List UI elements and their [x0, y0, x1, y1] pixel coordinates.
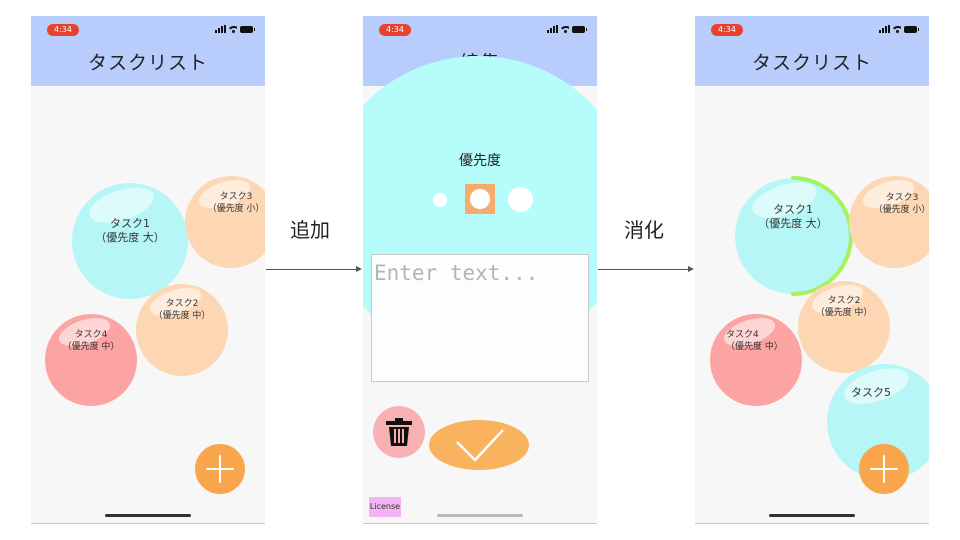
trash-icon	[386, 418, 412, 446]
task-bubble-3[interactable]: タスク3 （優先度 小）	[849, 176, 929, 268]
priority-mid-option-selected[interactable]	[465, 184, 495, 214]
complete-flow-arrow	[598, 269, 690, 270]
status-time: 4:34	[379, 24, 411, 36]
signal-icon	[547, 25, 558, 33]
wifi-icon	[561, 25, 569, 33]
add-flow-label: 追加	[290, 218, 330, 242]
task-list-screen-after: 4:34 タスクリスト タスク1 （優先度 大） タスク3 （優先度 小） タス…	[695, 16, 929, 524]
task-priority: （優先度 中）	[815, 307, 873, 318]
task-list-screen-before: 4:34 タスクリスト タスク1 （優先度 大） タスク3 （優先度 小） タス…	[31, 16, 265, 524]
arrow-head-icon	[688, 266, 694, 272]
status-icons	[547, 24, 587, 34]
task-name: タスク3	[219, 192, 253, 202]
add-task-button[interactable]	[859, 444, 909, 494]
home-indicator	[437, 514, 523, 517]
task-priority: （優先度 中）	[726, 341, 783, 352]
task-priority: （優先度 小）	[207, 203, 265, 214]
task-priority: （優先度 大）	[758, 217, 828, 231]
priority-high-option[interactable]	[508, 187, 533, 212]
confirm-button[interactable]	[429, 420, 529, 470]
task-bubble-2[interactable]: タスク2 （優先度 中）	[798, 281, 890, 373]
priority-label: 優先度	[459, 153, 501, 169]
complete-flow-label: 消化	[624, 218, 664, 242]
battery-icon	[240, 25, 255, 33]
add-task-button[interactable]	[195, 444, 245, 494]
home-indicator	[105, 514, 191, 517]
task-bubble-2[interactable]: タスク2 （優先度 中）	[136, 284, 228, 376]
task-priority: （優先度 大）	[95, 231, 165, 245]
battery-icon	[572, 25, 587, 33]
status-icons	[879, 24, 919, 34]
priority-low-option[interactable]	[433, 193, 447, 207]
edit-screen: 4:34 編集 優先度 Enter text... License	[363, 16, 597, 524]
task-bubble-4[interactable]: タスク4 （優先度 中）	[45, 314, 137, 406]
page-title: タスクリスト	[87, 52, 208, 74]
delete-button[interactable]	[373, 406, 425, 458]
arrow-head-icon	[356, 266, 362, 272]
signal-icon	[879, 25, 890, 33]
nav-header: 4:34 タスクリスト	[695, 16, 929, 86]
task-priority: （優先度 中）	[62, 341, 120, 352]
task-priority: （優先度 中）	[153, 310, 211, 321]
task1-progress-ring	[791, 176, 853, 296]
license-button[interactable]: License	[369, 497, 401, 517]
status-time: 4:34	[47, 24, 79, 36]
task-name: タスク3	[885, 193, 919, 203]
signal-icon	[215, 25, 226, 33]
checkmark-icon	[456, 429, 504, 462]
nav-header: 4:34 タスクリスト	[31, 16, 265, 86]
task-name: タスク5	[851, 386, 891, 399]
status-time: 4:34	[711, 24, 743, 36]
status-icons	[215, 24, 255, 34]
task-text-input[interactable]: Enter text...	[371, 254, 589, 382]
task-bubble-4[interactable]: タスク4 （優先度 中）	[710, 314, 802, 406]
add-flow-arrow	[266, 269, 358, 270]
task-name: タスク2	[165, 299, 199, 309]
task-name: タスク4	[74, 330, 108, 340]
battery-icon	[904, 25, 919, 33]
home-indicator	[769, 514, 855, 517]
task-bubble-3[interactable]: タスク3 （優先度 小）	[185, 176, 265, 268]
task-name: タスク1	[110, 217, 150, 230]
task-name: タスク1	[773, 203, 813, 216]
task-bubble-1[interactable]: タスク1 （優先度 大）	[72, 183, 188, 299]
wifi-icon	[229, 25, 237, 33]
wifi-icon	[893, 25, 901, 33]
task-priority: （優先度 小）	[873, 204, 929, 215]
task-name: タスク2	[827, 296, 861, 306]
task-name: タスク4	[726, 330, 759, 340]
page-title: タスクリスト	[751, 52, 872, 74]
